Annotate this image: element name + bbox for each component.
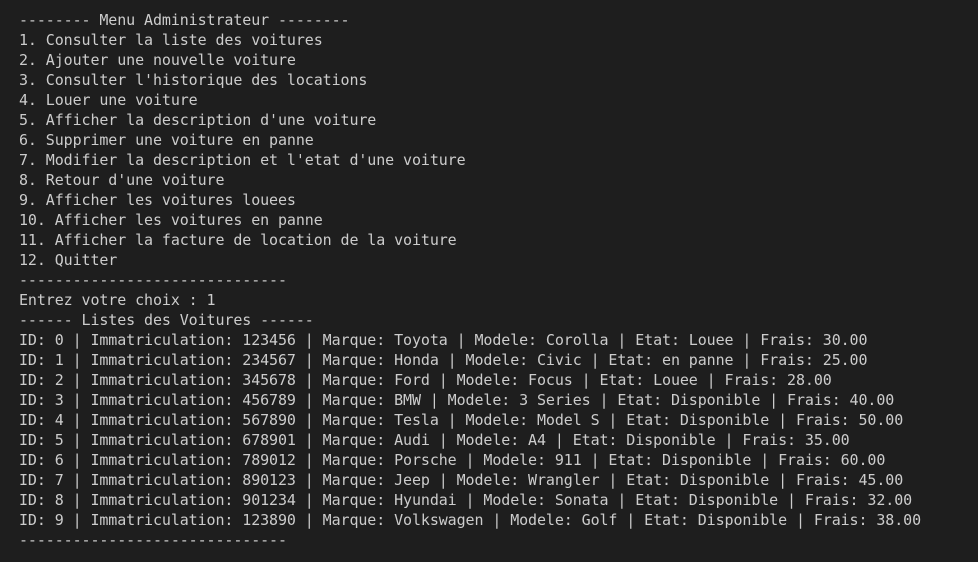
menu-item-1: 1. Consulter la liste des voitures xyxy=(19,31,323,49)
terminal-output[interactable]: -------- Menu Administrateur -------- 1.… xyxy=(0,0,978,562)
menu-item-5: 5. Afficher la description d'une voiture xyxy=(19,111,377,129)
car-list-header: ------ Listes des Voitures ------ xyxy=(19,311,314,329)
separator-line: ------------------------------ xyxy=(19,271,287,289)
menu-item-4: 4. Louer une voiture xyxy=(19,91,198,109)
car-row: ID: 9 | Immatriculation: 123890 | Marque… xyxy=(19,511,922,529)
choice-prompt-label: Entrez votre choix : xyxy=(19,291,207,309)
separator-line-bottom: ------------------------------ xyxy=(19,531,287,549)
menu-item-10: 10. Afficher les voitures en panne xyxy=(19,211,323,229)
choice-prompt-line[interactable]: Entrez votre choix : 1 xyxy=(19,290,978,310)
car-row: ID: 2 | Immatriculation: 345678 | Marque… xyxy=(19,371,832,389)
car-row: ID: 8 | Immatriculation: 901234 | Marque… xyxy=(19,491,913,509)
menu-item-8: 8. Retour d'une voiture xyxy=(19,171,225,189)
car-row: ID: 5 | Immatriculation: 678901 | Marque… xyxy=(19,431,850,449)
menu-item-7: 7. Modifier la description et l'etat d'u… xyxy=(19,151,466,169)
car-row: ID: 3 | Immatriculation: 456789 | Marque… xyxy=(19,391,895,409)
car-row: ID: 4 | Immatriculation: 567890 | Marque… xyxy=(19,411,904,429)
car-row: ID: 6 | Immatriculation: 789012 | Marque… xyxy=(19,451,886,469)
car-row: ID: 7 | Immatriculation: 890123 | Marque… xyxy=(19,471,904,489)
menu-item-3: 3. Consulter l'historique des locations xyxy=(19,71,368,89)
menu-item-9: 9. Afficher les voitures louees xyxy=(19,191,296,209)
car-row: ID: 0 | Immatriculation: 123456 | Marque… xyxy=(19,331,868,349)
menu-item-11: 11. Afficher la facture de location de l… xyxy=(19,231,457,249)
menu-item-2: 2. Ajouter une nouvelle voiture xyxy=(19,51,296,69)
choice-input[interactable]: 1 xyxy=(207,290,216,310)
menu-item-12: 12. Quitter xyxy=(19,251,118,269)
menu-header: -------- Menu Administrateur -------- xyxy=(19,11,350,29)
menu-item-6: 6. Supprimer une voiture en panne xyxy=(19,131,314,149)
car-row: ID: 1 | Immatriculation: 234567 | Marque… xyxy=(19,351,868,369)
